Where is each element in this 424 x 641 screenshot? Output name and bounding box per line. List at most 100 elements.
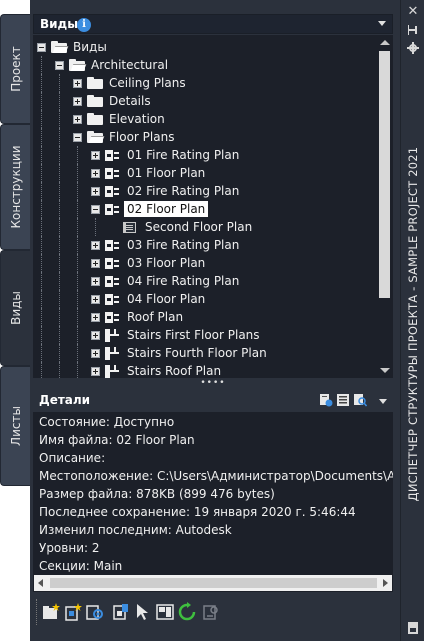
tree-vertical-scrollbar[interactable] [376, 35, 393, 378]
expand-icon[interactable] [91, 241, 100, 250]
zoom-preview-icon[interactable] [353, 393, 368, 407]
tree-guide-line [41, 272, 42, 290]
select-button[interactable] [133, 602, 153, 622]
tree-item-stairs-roof-plan[interactable]: Stairs Roof Plan [33, 362, 376, 378]
info-icon[interactable]: i [77, 18, 91, 32]
expand-icon[interactable] [73, 115, 82, 124]
expand-icon[interactable] [91, 367, 100, 376]
tab-views[interactable]: Виды [0, 250, 30, 366]
properties-icon[interactable] [401, 42, 424, 57]
tree-item-04-fire-rating-plan[interactable]: 04 Fire Rating Plan [33, 272, 376, 290]
sheet-button[interactable] [155, 602, 175, 622]
scroll-right-icon[interactable] [383, 579, 388, 587]
views-tree: Виды Architectural Ceiling Plans Details Ele… [33, 35, 376, 378]
tree-item-виды[interactable]: Виды [33, 38, 376, 56]
tree-item-03-floor-plan[interactable]: 03 Floor Plan [33, 254, 376, 272]
tree-item-stairs-first-floor-plans[interactable]: Stairs First Floor Plans [33, 326, 376, 344]
tree-item-architectural[interactable]: Architectural [33, 56, 376, 74]
views-menu-arrow-icon[interactable] [378, 21, 386, 26]
details-mode-icon[interactable] [336, 393, 350, 407]
tree-item-01-floor-plan[interactable]: 01 Floor Plan [33, 164, 376, 182]
tree-guide-line [59, 92, 60, 110]
expand-icon[interactable] [91, 349, 100, 358]
horizontal-scroll-thumb[interactable] [50, 578, 377, 588]
open-view-button[interactable] [111, 602, 131, 622]
view-icon [105, 186, 119, 197]
view-icon [105, 240, 119, 251]
tree-item-label: Ceiling Plans [109, 76, 186, 90]
tree-item-floor-plans[interactable]: Floor Plans [33, 128, 376, 146]
expand-icon[interactable] [91, 313, 100, 322]
repath-button[interactable] [201, 602, 221, 622]
new-folder-button[interactable] [41, 602, 61, 622]
tree-item-03-fire-rating-plan[interactable]: 03 Fire Rating Plan [33, 236, 376, 254]
details-menu-arrow-icon[interactable] [379, 399, 387, 404]
tree-guide-line [77, 290, 78, 308]
tree-guide-line [59, 200, 60, 218]
collapse-icon[interactable] [91, 205, 100, 214]
auto-hide-icon[interactable] [401, 24, 424, 39]
repath-icon [203, 605, 218, 620]
folder-icon [87, 95, 103, 107]
tree-item-second-floor-plan[interactable]: Second Floor Plan [33, 218, 376, 236]
tree-item-label: Architectural [91, 58, 169, 72]
preview-mode-icon[interactable] [319, 393, 333, 407]
tree-guide-line [41, 290, 42, 308]
collapse-icon[interactable] [55, 61, 64, 70]
details-horizontal-scrollbar[interactable] [33, 574, 393, 592]
detail-description: Описание: [39, 451, 106, 465]
tree-item-01-fire-rating-plan[interactable]: 01 Fire Rating Plan [33, 146, 376, 164]
tree-guide-line [41, 128, 42, 146]
expand-icon[interactable] [91, 331, 100, 340]
tree-item-ceiling-plans[interactable]: Ceiling Plans [33, 74, 376, 92]
detail-filename: Имя файла: 02 Floor Plan [39, 433, 195, 447]
expand-icon[interactable] [91, 259, 100, 268]
tree-item-details[interactable]: Details [33, 92, 376, 110]
toolbar-grip [36, 599, 37, 625]
tree-item-label: Stairs Roof Plan [127, 364, 222, 378]
tree-item-label: 04 Fire Rating Plan [127, 274, 240, 288]
tree-item-04-floor-plan[interactable]: 04 Floor Plan [33, 290, 376, 308]
tab-constructs[interactable]: Конструкции [0, 124, 30, 250]
tree-item-elevation[interactable]: Elevation [33, 110, 376, 128]
refresh-icon [178, 602, 196, 621]
tree-item-label: Second Floor Plan [145, 220, 253, 234]
collapse-icon[interactable] [73, 133, 82, 142]
tree-guide-line [59, 272, 60, 290]
views-title: Виды [40, 17, 79, 31]
close-icon[interactable]: ✕ [401, 4, 424, 19]
tree-guide-line [41, 110, 42, 128]
tree-guide-line [77, 254, 78, 272]
tree-item-roof-plan[interactable]: Roof Plan [33, 308, 376, 326]
scroll-left-icon[interactable] [38, 579, 43, 587]
folder-open-icon [69, 59, 87, 71]
expand-icon[interactable] [91, 295, 100, 304]
collapse-icon[interactable] [37, 43, 46, 52]
scroll-thumb[interactable] [379, 51, 390, 298]
sheet-icon [123, 222, 136, 233]
pane-splitter[interactable]: •••• [33, 379, 393, 388]
tree-guide-line [41, 164, 42, 182]
expand-icon[interactable] [73, 79, 82, 88]
tree-item-02-floor-plan[interactable]: 02 Floor Plan [33, 200, 376, 218]
new-view-button[interactable] [63, 602, 83, 622]
new-view-from-template-button[interactable] [85, 602, 105, 622]
expand-icon[interactable] [91, 169, 100, 178]
scroll-down-icon[interactable] [380, 368, 390, 373]
scroll-up-icon[interactable] [380, 40, 390, 45]
expand-icon[interactable] [73, 97, 82, 106]
expand-icon[interactable] [91, 187, 100, 196]
expand-icon[interactable] [91, 151, 100, 160]
tree-item-stairs-fourth-floor-plan[interactable]: Stairs Fourth Floor Plan [33, 344, 376, 362]
tree-item-02-fire-rating-plan[interactable]: 02 Fire Rating Plan [33, 182, 376, 200]
palette-settings-icon[interactable] [401, 622, 424, 637]
tree-item-label: Details [109, 94, 151, 108]
tab-sheets[interactable]: Листы [0, 366, 30, 486]
tree-guide-line [41, 326, 42, 344]
tree-guide-line [59, 236, 60, 254]
tab-project[interactable]: Проект [0, 14, 30, 124]
expand-icon[interactable] [91, 277, 100, 286]
new-folder-icon [43, 603, 60, 619]
palette-title-bar: ✕ ДИСПЕТЧЕР СТРУКТУРЫ ПРОЕКТА - SAMPLE P… [400, 0, 424, 641]
refresh-button[interactable] [177, 602, 197, 622]
